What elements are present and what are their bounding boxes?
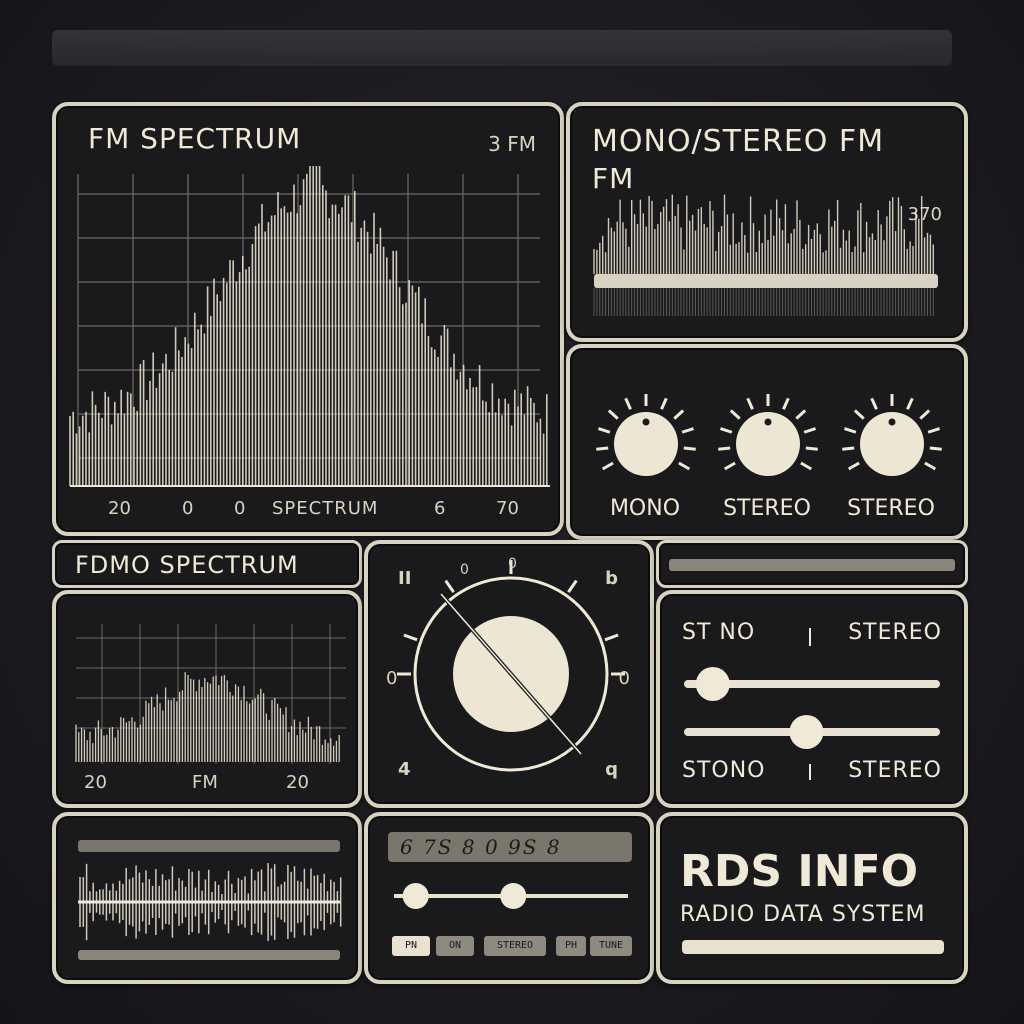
top-header-bar	[52, 30, 952, 66]
knob-tick	[800, 461, 813, 471]
control-button-tune[interactable]: TUNE	[590, 936, 632, 956]
knob-indicator	[642, 418, 650, 426]
spectrum-axis-label-5: 6	[434, 498, 446, 519]
knob-tick	[919, 409, 931, 420]
fdmo-axis-left: 20	[84, 772, 107, 793]
knob-tick	[719, 427, 733, 434]
knob-label-mono: MONO	[609, 496, 681, 521]
slider-footer-left: STONO	[682, 758, 766, 783]
tuner-left-scale: 0	[386, 668, 398, 689]
spectrum-axis-label-1: 20	[108, 498, 131, 519]
control-button-pn[interactable]: PN	[392, 936, 430, 956]
knob-tick	[847, 461, 860, 471]
control-slider-thumb-1	[402, 883, 429, 909]
knob-indicator	[764, 418, 772, 426]
rds-progress-bar	[682, 940, 944, 954]
tuner-top-left-icon[interactable]: II	[398, 568, 411, 589]
mono-stereo-panel: MONO/STEREO FM FM 370	[566, 102, 968, 342]
knob-tick	[607, 409, 619, 420]
knob-tick	[678, 461, 691, 471]
fdmo-axis-center: FM	[192, 772, 218, 793]
waveform-top-bar	[78, 840, 340, 852]
fm-spectrum-panel: FM SPECTRUM 3 FM 20 0 0 SPECTRUM 6 70	[52, 102, 564, 536]
knob-tick	[601, 461, 614, 471]
knob-tick	[843, 427, 857, 434]
header-strip-line	[669, 559, 955, 571]
stereo-level-bar	[594, 274, 938, 288]
tuner-tick	[604, 633, 619, 642]
tuner-tick	[444, 579, 455, 593]
fdmo-axis-right: 20	[286, 772, 309, 793]
knob-tick	[624, 397, 632, 410]
fdmo-spectrum-panel: 20 FM 20	[52, 590, 362, 808]
knob-tick	[927, 427, 941, 434]
waveform-graph	[78, 840, 342, 960]
rds-subtitle: RADIO DATA SYSTEM	[680, 902, 926, 927]
knob-tick	[597, 427, 611, 434]
knob-tick	[853, 409, 865, 420]
rds-info-panel: RDS INFO RADIO DATA SYSTEM	[656, 812, 968, 984]
knob-tick	[795, 409, 807, 420]
knob-label-stereo-1: STEREO	[723, 496, 811, 521]
knob-tick	[924, 461, 937, 471]
tuner-bottom-right-icon[interactable]: q	[605, 759, 618, 780]
spectrum-axis-label-4: SPECTRUM	[272, 498, 379, 519]
knob-tick	[673, 409, 685, 420]
tuner-panel: II b 4 q 0 0 0 0	[364, 540, 654, 808]
tuner-tick	[567, 579, 578, 593]
tuner-top-right-icon[interactable]: b	[605, 568, 618, 589]
knobs-panel: MONO STEREO STEREO	[566, 344, 968, 540]
knob-tick	[842, 446, 855, 451]
knob-tick	[681, 427, 695, 434]
controls-panel: 6 7S 8 0 9S 8 PN ON STEREO PH TUNE	[364, 812, 654, 984]
control-button-on[interactable]: ON	[436, 936, 474, 956]
tuner-right-scale: 0	[618, 668, 630, 689]
fdmo-spectrum-title: FDMO SPECTRUM	[75, 551, 299, 579]
rds-title: RDS INFO	[680, 846, 919, 897]
spectrum-axis-label-2: 0	[182, 498, 194, 519]
knob-tick	[929, 446, 942, 451]
knob-tick	[718, 446, 731, 451]
knob-tick	[596, 446, 609, 451]
knob-tick	[803, 427, 817, 434]
knob-tick	[729, 409, 741, 420]
slider-thumb-2	[789, 715, 824, 749]
waveform-panel	[52, 812, 362, 984]
tuner-tick-label-1: 0	[460, 562, 469, 578]
stereo-slider-panel: ST NO STEREO STONO STEREO	[656, 590, 968, 808]
spectrum-axis-label-6: 70	[496, 498, 519, 519]
knob-tick	[782, 397, 790, 410]
knob-tick	[906, 397, 914, 410]
control-button-ph[interactable]: PH	[556, 936, 586, 956]
knob-tick	[805, 446, 818, 451]
tuner-tick	[403, 633, 418, 642]
fdmo-header-panel: FDMO SPECTRUM	[52, 540, 362, 588]
knob-label-stereo-2: STEREO	[847, 496, 935, 521]
control-slider-thumb-2	[500, 883, 527, 909]
slider-header-strip	[656, 540, 968, 588]
knob-tick	[723, 461, 736, 471]
knob-indicator	[888, 418, 896, 426]
spectrum-axis-label-3: 0	[234, 498, 246, 519]
tuner-tick-label-2: 0	[508, 556, 517, 572]
knob-tick	[660, 397, 668, 410]
slider-footer-right: STEREO	[848, 758, 942, 783]
knob-tick	[683, 446, 696, 451]
control-button-stereo[interactable]: STEREO	[484, 936, 546, 956]
knob-tick	[746, 397, 754, 410]
tuner-bottom-left-icon[interactable]: 4	[398, 759, 411, 780]
fm-spectrum-graph	[69, 166, 550, 487]
knob-tick	[870, 397, 878, 410]
waveform-bottom-bar	[78, 950, 340, 960]
mono-stereo-bars	[593, 194, 938, 316]
slider-thumb-1	[695, 667, 730, 701]
